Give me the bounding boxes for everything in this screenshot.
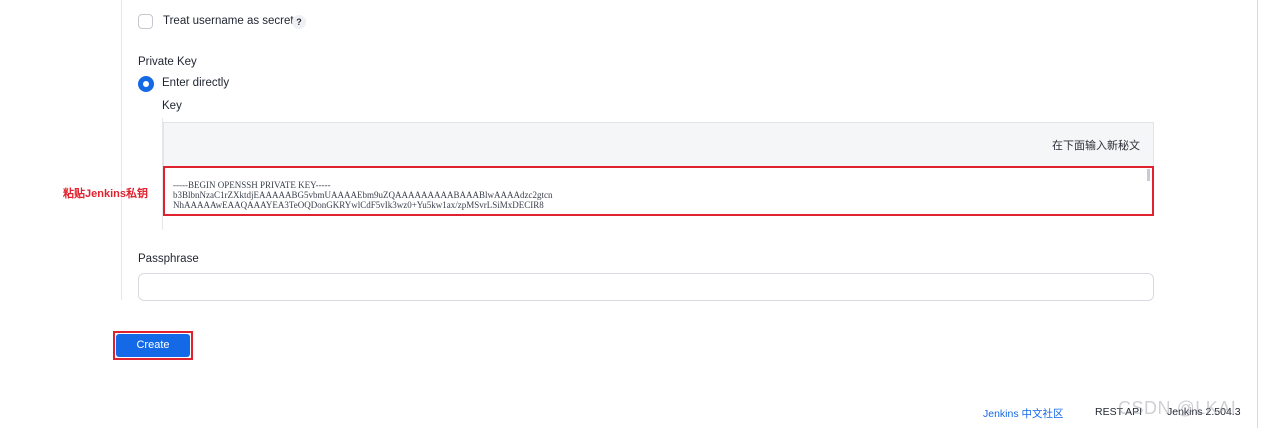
window-edge [1257,0,1258,428]
private-key-label: Private Key [138,56,197,68]
key-label: Key [162,100,182,112]
enter-directly-label[interactable]: Enter directly [162,77,229,89]
passphrase-input[interactable] [138,273,1154,301]
help-icon[interactable]: ? [292,15,306,29]
form-indent-rule [121,0,122,300]
treat-username-secret-label[interactable]: Treat username as secret [163,15,294,27]
credentials-form-page: Treat username as secret ? Private Key E… [0,0,1268,428]
passphrase-label: Passphrase [138,253,199,265]
key-panel-header [163,122,1154,168]
csdn-watermark: CSDN @LKAI [1118,398,1237,418]
treat-username-secret-checkbox[interactable] [138,14,153,29]
enter-directly-radio[interactable] [138,76,154,92]
key-line-1: -----BEGIN OPENSSH PRIVATE KEY----- [173,180,331,190]
textarea-scrollbar[interactable] [1147,169,1150,181]
create-button[interactable]: Create [116,334,190,357]
paste-key-annotation: 粘贴Jenkins私钥 [63,188,148,200]
footer-community-link[interactable]: Jenkins 中文社区 [983,406,1064,421]
private-key-textarea[interactable]: -----BEGIN OPENSSH PRIVATE KEY----- b3Bl… [163,166,1154,216]
key-line-3: NhAAAAAwEAAQAAAYEA3TeOQDonGKRYwlCdF5vIk3… [173,200,544,210]
key-hint-text: 在下面输入新秘文 [1052,140,1140,152]
key-line-2: b3BlbnNzaC1rZXktdjEAAAAABG5vbmUAAAAEbm9u… [173,190,553,200]
